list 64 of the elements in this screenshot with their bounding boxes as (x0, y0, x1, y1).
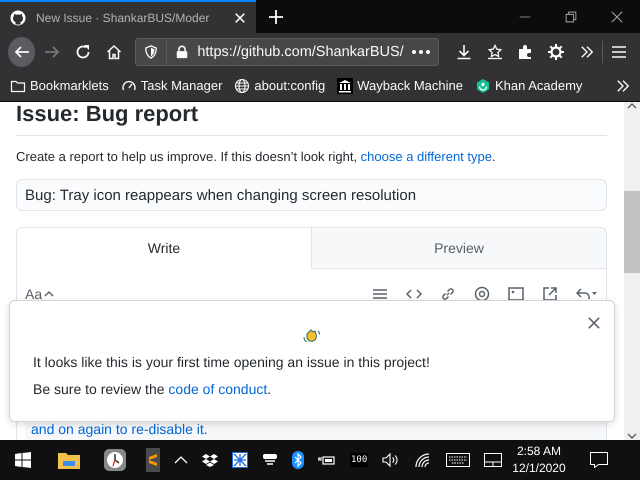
intro-text: Create a report to help us improve. If this doesn’t look right, choose a different type. (16, 148, 497, 166)
keyboard-icon[interactable] (446, 453, 470, 467)
network-map-icon[interactable] (232, 452, 248, 468)
mention-icon[interactable] (474, 286, 490, 302)
touchpad-icon[interactable] (484, 453, 502, 467)
khan-leaf-icon (474, 78, 491, 94)
home-icon[interactable] (106, 44, 122, 60)
battery-percent-icon[interactable]: 100 (350, 453, 368, 467)
new-tab-icon[interactable] (268, 8, 284, 24)
bluetooth-icon[interactable] (292, 451, 304, 469)
scroll-up-icon[interactable] (627, 102, 637, 110)
close-icon[interactable] (588, 317, 600, 329)
caret-icon (44, 290, 54, 298)
battery-charging-icon[interactable] (318, 454, 336, 466)
bookmark-item[interactable]: Khan Academy (494, 78, 582, 93)
text-style-button[interactable]: Aa (25, 286, 54, 302)
volume-icon[interactable] (382, 452, 400, 468)
conduct-text: Be sure to review the code of conduct. (33, 380, 272, 398)
dropbox-icon[interactable] (202, 453, 218, 467)
window-close-icon[interactable] (611, 10, 623, 22)
sublime-icon[interactable] (146, 448, 160, 472)
windows-start-icon[interactable] (15, 452, 31, 468)
star-tray-icon[interactable] (486, 44, 503, 60)
download-icon[interactable] (456, 44, 472, 60)
choose-type-link[interactable]: choose a different type (360, 149, 492, 164)
scrollbar-thumb[interactable] (624, 191, 640, 273)
reload-icon[interactable] (75, 44, 92, 60)
more-dots-icon[interactable] (412, 48, 430, 54)
browser-tab[interactable]: New Issue · ShankarBUS/Moder (0, 0, 256, 33)
bookmark-item[interactable]: Task Manager (140, 78, 222, 93)
restore-icon[interactable] (565, 10, 577, 22)
museum-icon (337, 78, 354, 94)
back-arrow-icon (14, 44, 30, 60)
back-button[interactable] (8, 36, 36, 66)
address-bar[interactable]: https://github.com/ShankarBUS/ (135, 38, 439, 66)
editor-tab[interactable]: Preview (311, 228, 606, 269)
bookmark-item[interactable]: Wayback Machine (357, 78, 463, 93)
notification-icon[interactable] (590, 452, 608, 468)
chevron-up-icon[interactable] (174, 455, 188, 465)
chevrons-icon[interactable] (616, 78, 630, 92)
bookmark-item[interactable]: Bookmarklets (30, 78, 109, 93)
undo-icon[interactable] (576, 286, 598, 302)
settings-icon[interactable] (548, 44, 564, 60)
title-field[interactable]: Bug: Tray icon reappears when changing screen resolution (16, 179, 607, 211)
code-of-conduct-link[interactable]: code of conduct (168, 381, 268, 397)
folder-icon[interactable] (57, 450, 81, 470)
clock-icon[interactable] (103, 448, 127, 472)
drive-icon[interactable] (262, 453, 278, 467)
chevrons-icon[interactable] (580, 44, 594, 58)
taskbar-clock[interactable]: 2:58 AM 12/1/2020 (512, 443, 566, 477)
issue-heading: Issue: Bug report (16, 102, 607, 136)
bookmark-item[interactable]: about:config (254, 78, 326, 93)
link-icon[interactable] (440, 286, 456, 302)
lock-icon (175, 44, 190, 60)
puzzle-icon[interactable] (517, 44, 534, 60)
scroll-down-icon[interactable] (627, 432, 637, 440)
image-icon[interactable] (508, 286, 524, 302)
body-text: and on again to re-disable it. (25, 421, 606, 440)
octocat-icon (10, 10, 26, 26)
shield-icon[interactable] (144, 44, 158, 60)
menu-icon[interactable] (610, 44, 627, 60)
external-icon[interactable] (542, 286, 558, 302)
welcome-message: It looks like this is your first time opening an issue in this project! (33, 353, 430, 371)
globe-icon (234, 78, 250, 94)
